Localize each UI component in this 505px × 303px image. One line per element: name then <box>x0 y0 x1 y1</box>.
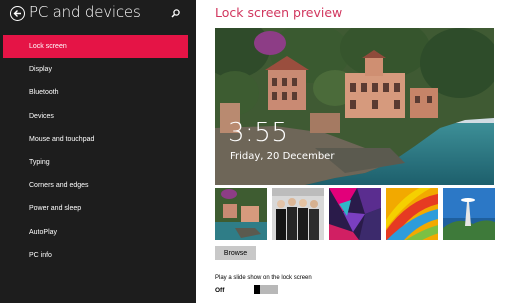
search-icon[interactable] <box>170 7 182 19</box>
sidebar-item-typing[interactable]: Typing <box>3 151 188 174</box>
background-thumbnail-waves[interactable] <box>386 188 438 240</box>
page-title: PC and devices <box>29 3 141 21</box>
sidebar-nav: Lock screen Display Bluetooth Devices Mo… <box>3 35 188 267</box>
sidebar-item-mouse-and-touchpad[interactable]: Mouse and touchpad <box>3 128 188 151</box>
sidebar-item-devices[interactable]: Devices <box>3 105 188 128</box>
background-thumbnail-group-photo[interactable] <box>272 188 324 240</box>
sidebar: PC and devices Lock screen Display Bluet… <box>0 0 196 303</box>
slideshow-toggle-state: Off <box>215 287 225 294</box>
section-title: Lock screen preview <box>215 5 343 20</box>
lock-screen-preview: 3:55 Friday, 20 December <box>215 28 494 185</box>
toggle-thumb[interactable] <box>254 285 260 294</box>
sidebar-item-autoplay[interactable]: AutoPlay <box>3 221 188 244</box>
back-arrow-icon[interactable] <box>10 6 25 21</box>
sidebar-item-lock-screen[interactable]: Lock screen <box>3 35 188 59</box>
lock-screen-time: 3:55 <box>228 118 289 148</box>
browse-button[interactable]: Browse <box>215 246 256 260</box>
background-thumbnail-coast[interactable] <box>215 188 267 240</box>
slideshow-label: Play a slide show on the lock screen <box>215 275 312 281</box>
sidebar-item-corners-and-edges[interactable]: Corners and edges <box>3 174 188 197</box>
sidebar-item-power-and-sleep[interactable]: Power and sleep <box>3 197 188 220</box>
background-thumbnail-geometric[interactable] <box>329 188 381 240</box>
background-thumbnail-space-needle[interactable] <box>443 188 495 240</box>
slideshow-toggle[interactable] <box>254 285 278 294</box>
sidebar-header: PC and devices <box>0 0 196 28</box>
sidebar-item-bluetooth[interactable]: Bluetooth <box>3 81 188 104</box>
lock-screen-date: Friday, 20 December <box>230 151 335 162</box>
sidebar-item-display[interactable]: Display <box>3 58 188 81</box>
main-content: Lock screen preview 3:55 Friday, 20 Dece… <box>196 0 505 303</box>
sidebar-item-pc-info[interactable]: PC info <box>3 244 188 267</box>
